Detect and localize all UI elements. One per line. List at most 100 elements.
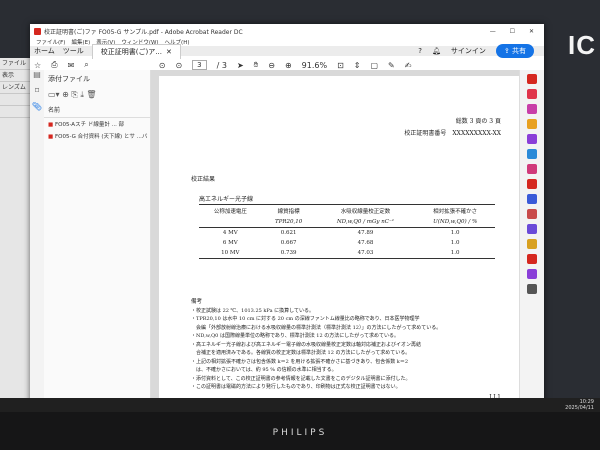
table-cell: 10 MV (199, 248, 262, 259)
monitor-brand: PHILIPS (272, 428, 328, 438)
column-header-name[interactable]: 名前 (44, 102, 150, 118)
more-tools-icon[interactable] (527, 269, 537, 279)
attachment-file-label: FO05-Aスチ ド線量計 ... 部 (54, 122, 125, 128)
prev-page-icon[interactable]: ⊙ (159, 61, 166, 70)
help-icon[interactable]: ? (418, 47, 422, 55)
next-page-icon[interactable]: ⊙ (175, 61, 182, 70)
highlight-icon[interactable]: ✎ (388, 61, 395, 70)
tab-document[interactable]: 校正証明書(ご)ア... ✕ (91, 43, 181, 59)
attachment-file[interactable]: ■ FO05-Aスチ ド線量計 ... 部 (44, 118, 150, 130)
table-row: 4 MV 0.621 47.89 1.0 (199, 228, 495, 239)
close-icon[interactable]: ✕ (166, 48, 172, 56)
attach-delete-icon[interactable]: 🗑︎ (86, 90, 96, 99)
export-pdf-icon[interactable] (527, 74, 537, 84)
clock[interactable]: 10:29 2025/04/11 (565, 399, 594, 411)
note-line: は、不確かさにおいては、約 95 % の信頼の水準に相当する。 (191, 367, 337, 373)
section-title: 校正結果 (191, 176, 216, 183)
hand-icon[interactable]: ✋︎ (254, 60, 259, 70)
table-cell: 0.667 (280, 240, 297, 246)
screen: ファイル 表示 レンズム IC 校正証明書(ご)ファ FO05-G サンプル.p… (0, 0, 600, 412)
print-production-icon[interactable] (527, 224, 537, 234)
zoom-level[interactable]: 91.6% (302, 61, 327, 70)
organize-pages-icon[interactable] (527, 149, 537, 159)
note-line: ・この証明書は電磁的方法により発行したものであり、印刷物は正式な校正証明書ではな… (191, 384, 401, 390)
left-nav: ▤ ⌑ 📎︎ (30, 70, 45, 404)
sign-icon[interactable]: ✍︎ (405, 61, 412, 70)
note-line: ・添付資料として、この校正証明書の参考情報を記載した文書をこのデジタル証明書に添… (191, 375, 411, 382)
select-cursor-icon[interactable]: ➤ (237, 61, 244, 70)
measure-icon[interactable] (527, 239, 537, 249)
zoom-in-icon[interactable]: ⊕ (285, 61, 292, 70)
menu-edit[interactable]: 編集(E) (71, 38, 90, 46)
comment-tool-icon[interactable] (527, 119, 537, 129)
attach-save-icon[interactable]: ⤓ (80, 90, 84, 99)
table-cell: 47.03 (315, 248, 416, 259)
page-total: / 3 (216, 60, 227, 70)
bell-icon[interactable]: 🔔︎ (432, 47, 441, 55)
bookmark-icon[interactable]: ☆ (34, 61, 41, 70)
results-table: 公称加速電圧 線質指標 水吸収線量校正定数 相対拡張不確かさ TPR20,10 … (199, 204, 495, 259)
print-icon[interactable]: ⎙ (51, 60, 57, 70)
notes-title: 備考 (191, 299, 203, 305)
bookmarks-icon[interactable]: ⌑ (30, 86, 44, 102)
search-icon[interactable]: ⌕ (84, 60, 88, 70)
attachment-tools: ▭▾ ⊕ ⎘ ⤓ 🗑︎ (44, 88, 150, 102)
pages-icon[interactable]: ▤ (30, 70, 44, 86)
attachments-icon[interactable]: 📎︎ (30, 102, 44, 118)
table-header: 公称加速電圧 (199, 204, 262, 217)
options-icon[interactable]: ▭▾ (48, 90, 60, 99)
table-subtitle: 高エネルギー光子線 (199, 196, 254, 203)
table-cell: 6 MV (222, 240, 238, 246)
table-header: 線質指標 (261, 204, 316, 217)
document-area[interactable]: 総数 3 頁の 3 頁 校正証明書番号 XXXXXXXXX-XX 校正結果 高エ… (151, 70, 520, 404)
table-header (199, 217, 262, 228)
share-button[interactable]: ⇪ 共有 (495, 44, 534, 58)
fit-page-icon[interactable]: ⊡ (337, 61, 344, 70)
protect-icon[interactable] (527, 194, 537, 204)
zoom-out-icon[interactable]: ⊖ (268, 61, 275, 70)
comment-icon[interactable]: ▢ (370, 61, 378, 70)
attachment-file[interactable]: ■ FO05-G 合付資料 (天下線) とサ ...バ (44, 130, 150, 142)
clock-date: 2025/04/11 (565, 405, 594, 411)
table-header: ND,w,Q0 / mGy nC⁻¹ (315, 217, 416, 228)
mail-icon[interactable]: ✉ (68, 61, 75, 70)
title-bar: 校正証明書(ご)ファ FO05-G サンプル.pdf - Adobe Acrob… (30, 24, 544, 38)
menu-file[interactable]: ファイル(F) (36, 38, 65, 46)
fill-sign-icon[interactable] (527, 179, 537, 189)
table-cell: 47.89 (357, 230, 374, 236)
scan-icon[interactable] (527, 254, 537, 264)
pdf-file-icon: ■ (48, 122, 54, 128)
note-line: 合補正を適用済みである。各線質の校正定数は標準計測法 12 の方法にしたがって求… (191, 350, 411, 356)
attachments-title: 添付ファイル (48, 75, 90, 83)
monitor: ファイル 表示 レンズム IC 校正証明書(ご)ファ FO05-G サンプル.p… (0, 0, 600, 450)
page-number-input[interactable]: 3 (192, 60, 207, 70)
edit-pdf-icon[interactable] (527, 104, 537, 114)
window-controls[interactable]: — ☐ ✕ (490, 28, 540, 35)
note-line: ・校正試験は 22 ℃、1013.25 kPa に換算している。 (191, 307, 314, 314)
attach-add-icon[interactable]: ⊕ (62, 90, 69, 99)
acrobat-icon (34, 27, 41, 35)
pdf-page: 総数 3 頁の 3 頁 校正証明書番号 XXXXXXXXX-XX 校正結果 高エ… (159, 76, 520, 404)
tab-home[interactable]: ホーム (34, 46, 55, 56)
table-row: 10 MV 0.739 47.03 1.0 (199, 248, 495, 259)
redact-icon[interactable] (527, 164, 537, 174)
share-icon: ⇪ (503, 47, 510, 55)
right-tools-pane (519, 70, 544, 404)
page-count-label: 総数 3 頁の 3 頁 (455, 118, 501, 125)
scroll-mode-icon[interactable]: ⇕ (354, 61, 361, 70)
signin-link[interactable]: サインイン (451, 46, 486, 56)
window-title: 校正証明書(ご)ファ FO05-G サンプル.pdf - Adobe Acrob… (44, 28, 243, 36)
tab-document-label: 校正証明書(ご)ア... (100, 47, 162, 56)
note-line: ・ND,w,Q0 は国際線量単位の略称であり、標準計測法 12 の方法にしたがっ… (191, 333, 399, 339)
attach-open-icon[interactable]: ⎘ (71, 90, 77, 99)
table-header: 水吸収線量校正定数 (315, 204, 416, 217)
optimize-icon[interactable] (527, 209, 537, 219)
table-cell: 47.68 (357, 240, 374, 246)
combine-files-icon[interactable] (527, 134, 537, 144)
tab-tools[interactable]: ツール (63, 46, 84, 56)
table-cell: 1.0 (450, 240, 460, 246)
create-pdf-icon[interactable] (527, 89, 537, 99)
scissors-icon[interactable] (527, 284, 537, 294)
attachment-file-label: FO05-G 合付資料 (天下線) とサ ...バ (54, 134, 148, 140)
note-line: 会編「外部放射線治療における水吸収線量の標準計測法（標準計測法 12）」の方法に… (191, 324, 442, 331)
